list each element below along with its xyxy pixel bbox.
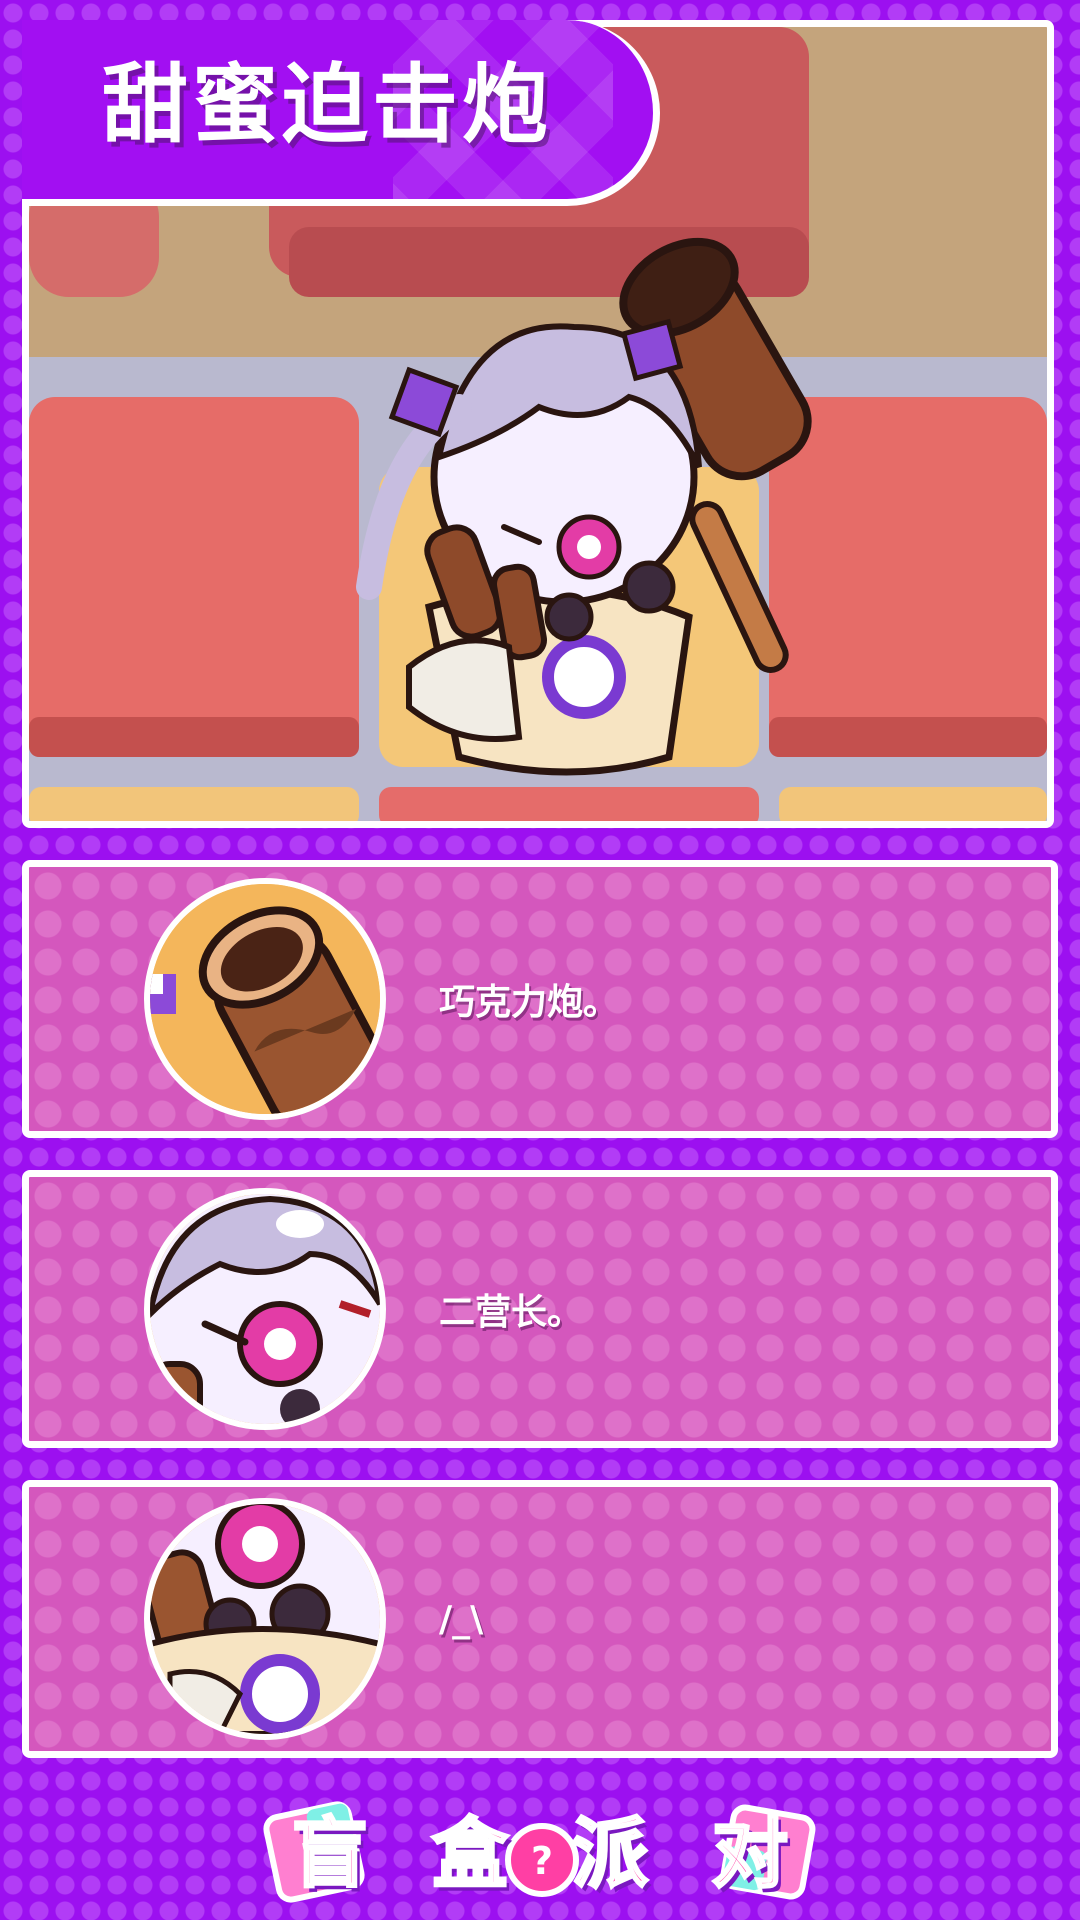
skill-description-1: 巧克力炮。 <box>439 982 620 1023</box>
skill-card-2[interactable]: 二营长。 <box>22 1170 1058 1448</box>
character-body-icon <box>144 1498 386 1740</box>
skill-card-1[interactable]: 巧克力炮。 <box>22 860 1058 1138</box>
game-logo: ? ? ? 盲盒派对 <box>0 1790 1080 1920</box>
skill-card-3[interactable]: /_\ <box>22 1480 1058 1758</box>
skill-set-title: 甜蜜迫击炮 <box>102 55 552 155</box>
skill-description-2: 二营长。 <box>439 1292 584 1333</box>
chocolate-cannon-icon <box>144 878 386 1120</box>
character-face-icon <box>144 1188 386 1430</box>
skill-description-3: /_\ <box>439 1598 484 1640</box>
title-banner: 甜蜜迫击炮 <box>22 20 660 206</box>
logo-text: 盲盒派对 <box>291 1809 852 1898</box>
